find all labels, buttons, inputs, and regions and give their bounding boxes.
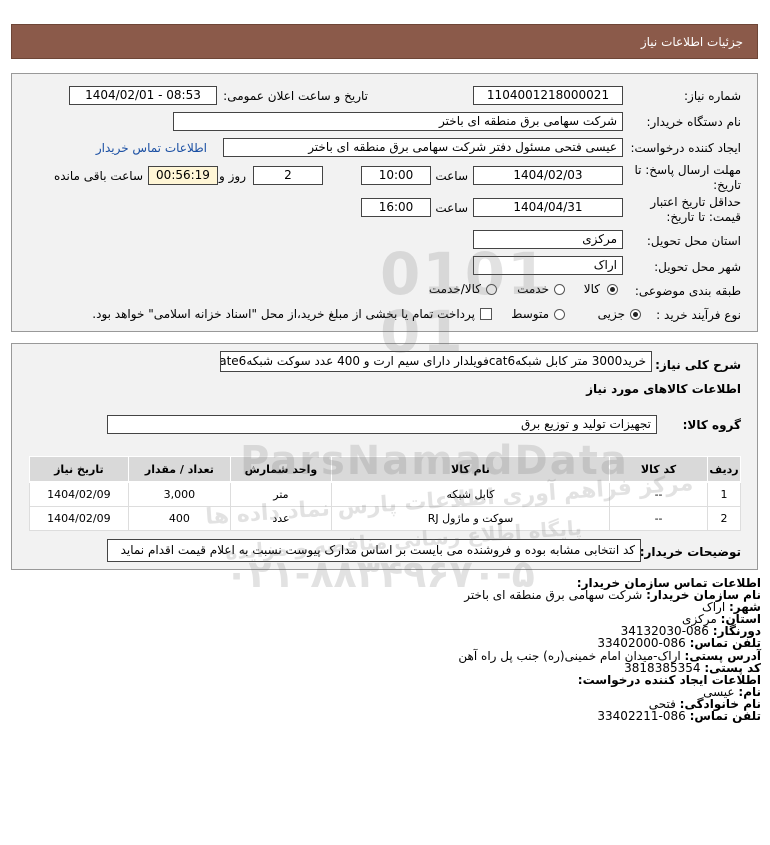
deadline-label-2: تاریخ: [713,178,741,192]
province-label: استان محل تحویل: [646,234,741,248]
cell-code: -- [609,506,709,531]
validity-time-label: ساعت [435,201,468,215]
col-row: ردیف [707,456,741,483]
page-header: جزئیات اطلاعات نیاز [11,24,758,59]
days-field: 2 [253,166,323,185]
requester-label: ایجاد کننده درخواست: [630,141,741,155]
contact-info: اطلاعات تماس سازمان خریدار: نام سازمان خ… [458,577,761,722]
summary-field: خرید3000 متر کابل شبکهcat6فویلدار دارای … [220,351,652,372]
city-field: اراک [473,256,623,275]
remaining-time-field: 00:56:19 [148,166,218,185]
category-radio-goods[interactable] [607,284,618,295]
need-number-label: شماره نیاز: [684,89,741,103]
days-label: روز و [219,169,246,183]
validity-label: حداقل تاریخ اعتبار [650,195,741,209]
cell-name: سوکت و ماژول RJ [330,506,611,531]
treasury-payment-note: پرداخت تمام یا بخشی از مبلغ خرید،از محل … [92,307,475,321]
process-radio-minor[interactable] [630,309,641,320]
goods-table-header: ردیف کد کالا نام کالا واحد شمارش تعداد /… [29,456,741,483]
deadline-date-field: 1404/02/03 [473,166,623,185]
col-qty: تعداد / مقدار [127,456,232,483]
col-name: نام کالا [330,456,611,483]
category-option-goods: کالا [583,282,600,296]
validity-date-field: 1404/04/31 [473,198,623,217]
col-date: تاریخ نیاز [29,456,129,483]
cell-row: 1 [707,481,741,507]
need-number-field: 1104001218000021 [473,86,623,105]
table-row: 2 -- سوکت و ماژول RJ عدد 400 1404/02/09 [29,506,741,531]
deadline-time-field: 10:00 [361,166,431,185]
deadline-label: مهلت ارسال پاسخ: تا [634,163,741,177]
cell-name: کابل شبکه [330,481,611,507]
goods-section-title: اطلاعات کالاهای مورد نیاز [586,382,741,396]
treasury-payment-checkbox[interactable] [480,308,492,320]
cell-qty: 3,000 [127,481,232,507]
category-option-service: خدمت [517,282,549,296]
cell-qty: 400 [127,506,232,531]
col-code: کد کالا [609,456,709,483]
province-field: مرکزی [473,230,623,249]
cell-date: 1404/02/09 [29,506,129,531]
col-unit: واحد شمارش [230,456,332,483]
buyer-org-field: شرکت سهامی برق منطقه ای باختر [173,112,623,131]
validity-label-2: قیمت: تا تاریخ: [666,210,741,224]
process-option-minor: جزیی [597,307,625,321]
requester-field: عیسی فتحی مسئول دفتر شرکت سهامی برق منطق… [223,138,623,157]
summary-label: شرح کلی نیاز: [655,358,741,372]
category-label: طبقه بندی موضوعی: [634,284,741,298]
category-option-goods-service: کالا/خدمت [428,282,481,296]
buyer-org-label: نام دستگاه خریدار: [646,115,742,129]
deadline-time-label: ساعت [435,169,468,183]
goods-group-label: گروه کالا: [682,418,741,432]
cell-unit: عدد [230,506,332,531]
category-radio-service[interactable] [554,284,565,295]
process-label: نوع فرآیند خرید : [656,308,741,322]
notes-label: توضیحات خریدار: [639,545,741,559]
goods-table: ردیف کد کالا نام کالا واحد شمارش تعداد /… [29,456,741,531]
buyer-contact-link[interactable]: اطلاعات تماس خریدار [96,141,207,155]
announce-label: تاریخ و ساعت اعلان عمومی: [223,89,368,103]
goods-group-field: تجهیزات تولید و توزیع برق [107,415,657,434]
cell-row: 2 [707,506,741,531]
page-title: جزئیات اطلاعات نیاز [640,35,743,49]
process-option-medium: متوسط [511,307,549,321]
table-row: 1 -- کابل شبکه متر 3,000 1404/02/09 [29,481,741,507]
announce-field: 1404/02/01 - 08:53 [69,86,217,105]
requester-phone: تلفن تماس: 086-33402211 [597,709,761,724]
cell-date: 1404/02/09 [29,481,129,507]
city-label: شهر محل تحویل: [654,260,741,274]
category-radio-goods-service[interactable] [486,284,497,295]
cell-unit: متر [230,481,332,507]
cell-code: -- [609,481,709,507]
process-radio-medium[interactable] [554,309,565,320]
notes-field: کد انتخابی مشابه بوده و فروشنده می بایست… [107,539,641,562]
remaining-label: ساعت باقی مانده [53,169,143,183]
validity-time-field: 16:00 [361,198,431,217]
